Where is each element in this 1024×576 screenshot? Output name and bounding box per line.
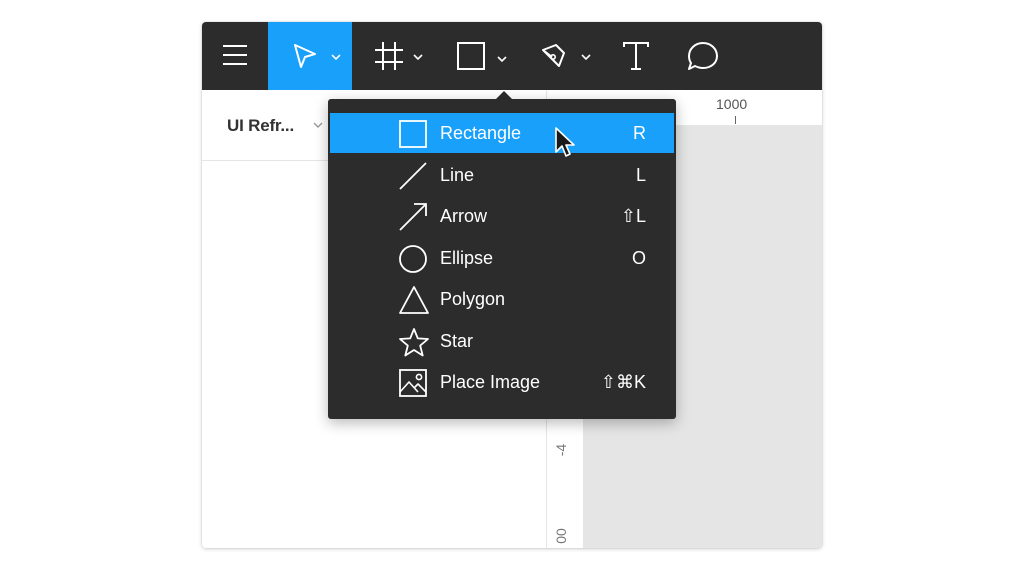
move-tool-button[interactable]: [268, 22, 352, 90]
polygon-icon: [399, 286, 429, 314]
chevron-down-icon[interactable]: [496, 55, 508, 63]
menu-item-rectangle[interactable]: Rectangle R: [330, 113, 674, 153]
menu-item-line[interactable]: Line L: [330, 155, 674, 195]
menu-item-label: Place Image: [440, 372, 541, 392]
menu-item-shortcut: ⇧L: [620, 206, 646, 226]
menu-item-label: Line: [440, 165, 475, 185]
ruler-tick: [735, 116, 736, 124]
star-icon: [399, 328, 429, 357]
menu-item-label: Star: [440, 331, 474, 351]
ruler-label: 1000: [716, 96, 748, 112]
menu-item-label: Polygon: [440, 289, 506, 309]
ruler-label: -4: [553, 443, 570, 457]
rectangle-icon: [399, 120, 427, 148]
text-t-icon: [623, 42, 649, 70]
shape-tools-menu: Rectangle R Line L Arrow ⇧L Ellipse O Po…: [328, 99, 676, 419]
chevron-down-icon[interactable]: [580, 53, 592, 61]
pen-nib-icon: [542, 44, 565, 67]
mouse-cursor-icon: [555, 127, 575, 157]
pen-tool-button[interactable]: [530, 22, 600, 90]
menu-item-arrow[interactable]: Arrow ⇧L: [330, 196, 674, 236]
menu-item-label: Rectangle: [440, 123, 522, 143]
toolbar: [202, 22, 822, 90]
chevron-down-icon[interactable]: [412, 53, 424, 61]
ellipse-icon: [399, 245, 427, 273]
menu-item-shortcut: L: [635, 165, 646, 185]
comment-tool-button[interactable]: [680, 22, 730, 90]
file-name[interactable]: UI Refr...: [227, 116, 294, 136]
frame-tool-button[interactable]: [362, 22, 432, 90]
menu-item-star[interactable]: Star: [330, 321, 674, 361]
ruler-label: 00: [552, 528, 569, 544]
chevron-down-icon[interactable]: [312, 121, 324, 129]
image-icon: [399, 369, 427, 397]
menu-item-label: Arrow: [440, 206, 488, 226]
menu-item-place-image[interactable]: Place Image ⇧⌘K: [330, 362, 674, 402]
menu-item-label: Ellipse: [440, 248, 494, 268]
speech-bubble-icon: [688, 42, 718, 70]
menu-item-shortcut: O: [631, 248, 646, 268]
main-menu-button[interactable]: [202, 22, 268, 90]
square-shape-icon: [457, 42, 485, 70]
line-icon: [399, 162, 427, 190]
arrow-icon: [399, 203, 427, 231]
shape-tool-button[interactable]: [446, 22, 516, 90]
pointer-arrow-icon: [294, 44, 316, 68]
menu-item-ellipse[interactable]: Ellipse O: [330, 238, 674, 278]
menu-item-polygon[interactable]: Polygon: [330, 279, 674, 319]
menu-item-shortcut: ⇧⌘K: [600, 372, 646, 392]
text-tool-button[interactable]: [614, 22, 664, 90]
menu-item-shortcut: R: [633, 123, 646, 143]
chevron-down-icon[interactable]: [330, 53, 342, 61]
hamburger-menu-icon: [223, 45, 247, 65]
frame-hash-icon: [375, 42, 403, 70]
